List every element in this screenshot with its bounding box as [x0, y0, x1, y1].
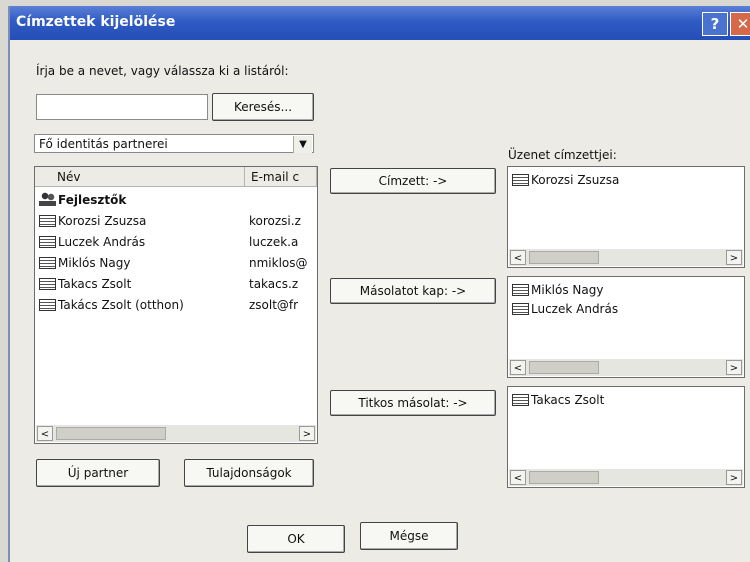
contact-name: Miklós Nagy [58, 256, 131, 270]
list-item[interactable]: Fejlesztők [39, 191, 126, 210]
contact-email: luczek.a [249, 235, 299, 249]
help-button[interactable]: ? [702, 12, 728, 36]
bcc-recipients-list[interactable]: Takacs Zsolt < > [507, 386, 745, 488]
recipients-label: Üzenet címzettjei: [508, 148, 617, 162]
contact-card-icon [512, 174, 529, 186]
cc-recipients-list[interactable]: Miklós Nagy Luczek András < > [507, 276, 745, 378]
list-item[interactable]: Miklós Nagy [512, 281, 603, 300]
contact-card-icon [39, 236, 56, 248]
list-item[interactable]: Luczek András [512, 300, 618, 319]
scroll-right-icon[interactable]: > [299, 426, 315, 441]
horizontal-scrollbar[interactable]: < > [36, 425, 316, 442]
address-book-selected: Fő identitás partnerei [39, 137, 168, 151]
add-bcc-button[interactable]: Titkos másolat: -> [330, 390, 496, 416]
chevron-down-icon[interactable]: ▼ [293, 136, 312, 153]
scroll-left-icon[interactable]: < [510, 360, 526, 375]
help-icon: ? [710, 15, 720, 33]
contacts-list[interactable]: Név E-mail c Fejlesztők Korozsi Zsuzsa ko… [34, 166, 318, 444]
scroll-left-icon[interactable]: < [37, 426, 53, 441]
contact-name: Takács Zsolt (otthon) [58, 298, 184, 312]
contact-card-icon [512, 394, 529, 406]
search-input[interactable] [36, 94, 208, 120]
contact-email: korozsi.z [249, 214, 301, 228]
column-header-name[interactable]: Név [35, 167, 245, 187]
cancel-button[interactable]: Mégse [360, 522, 458, 550]
group-icon [39, 192, 56, 206]
contact-card-icon [39, 257, 56, 269]
to-recipients-list[interactable]: Korozsi Zsuzsa < > [507, 166, 745, 268]
list-item[interactable]: Korozsi Zsuzsa [512, 171, 619, 190]
address-book-select[interactable]: Fő identitás partnerei ▼ [34, 134, 314, 153]
search-prompt: Írja be a nevet, vagy válassza ki a list… [36, 64, 289, 78]
recipient-name: Takacs Zsolt [531, 393, 605, 407]
contact-card-icon [512, 284, 529, 296]
list-item[interactable]: Miklós Nagy nmiklos@ [39, 254, 315, 273]
add-cc-button[interactable]: Másolatot kap: -> [330, 278, 496, 304]
list-item[interactable]: Korozsi Zsuzsa korozsi.z [39, 212, 315, 231]
add-to-button[interactable]: Címzett: -> [330, 168, 496, 194]
scroll-thumb[interactable] [56, 427, 166, 440]
new-contact-button[interactable]: Új partner [36, 459, 160, 487]
scroll-left-icon[interactable]: < [510, 470, 526, 485]
scroll-thumb[interactable] [529, 361, 599, 374]
window-title: Címzettek kijelölése [16, 14, 176, 30]
close-icon: ✕ [736, 15, 750, 33]
scroll-left-icon[interactable]: < [510, 250, 526, 265]
contact-name: Fejlesztők [58, 193, 127, 207]
contact-card-icon [39, 299, 56, 311]
horizontal-scrollbar[interactable]: < > [509, 469, 743, 486]
contact-email: zsolt@fr [249, 298, 299, 312]
close-button[interactable]: ✕ [730, 12, 750, 36]
contact-name: Takacs Zsolt [58, 277, 132, 291]
contact-card-icon [39, 215, 56, 227]
search-button[interactable]: Keresés... [212, 93, 314, 121]
recipient-name: Luczek András [531, 302, 619, 316]
scroll-right-icon[interactable]: > [726, 470, 742, 485]
contact-card-icon [39, 278, 56, 290]
scroll-right-icon[interactable]: > [726, 250, 742, 265]
properties-button[interactable]: Tulajdonságok [184, 459, 314, 487]
contact-card-icon [512, 303, 529, 315]
list-item[interactable]: Takács Zsolt (otthon) zsolt@fr [39, 296, 315, 315]
scroll-thumb[interactable] [529, 251, 599, 264]
list-item[interactable]: Luczek András luczek.a [39, 233, 315, 252]
title-bar: Címzettek kijelölése ? ✕ [10, 6, 750, 40]
ok-button[interactable]: OK [247, 525, 345, 553]
column-header-email[interactable]: E-mail c [245, 167, 317, 187]
contact-name: Korozsi Zsuzsa [58, 214, 147, 228]
list-item[interactable]: Takacs Zsolt takacs.z [39, 275, 315, 294]
scroll-right-icon[interactable]: > [726, 360, 742, 375]
contact-email: takacs.z [249, 277, 299, 291]
scroll-thumb[interactable] [529, 471, 599, 484]
list-item[interactable]: Takacs Zsolt [512, 391, 604, 410]
horizontal-scrollbar[interactable]: < > [509, 359, 743, 376]
recipient-name: Miklós Nagy [531, 283, 604, 297]
recipient-name: Korozsi Zsuzsa [531, 173, 620, 187]
contact-name: Luczek András [58, 235, 146, 249]
select-recipients-dialog: Címzettek kijelölése ? ✕ Írja be a nevet… [8, 6, 750, 562]
horizontal-scrollbar[interactable]: < > [509, 249, 743, 266]
contact-email: nmiklos@ [249, 256, 308, 270]
